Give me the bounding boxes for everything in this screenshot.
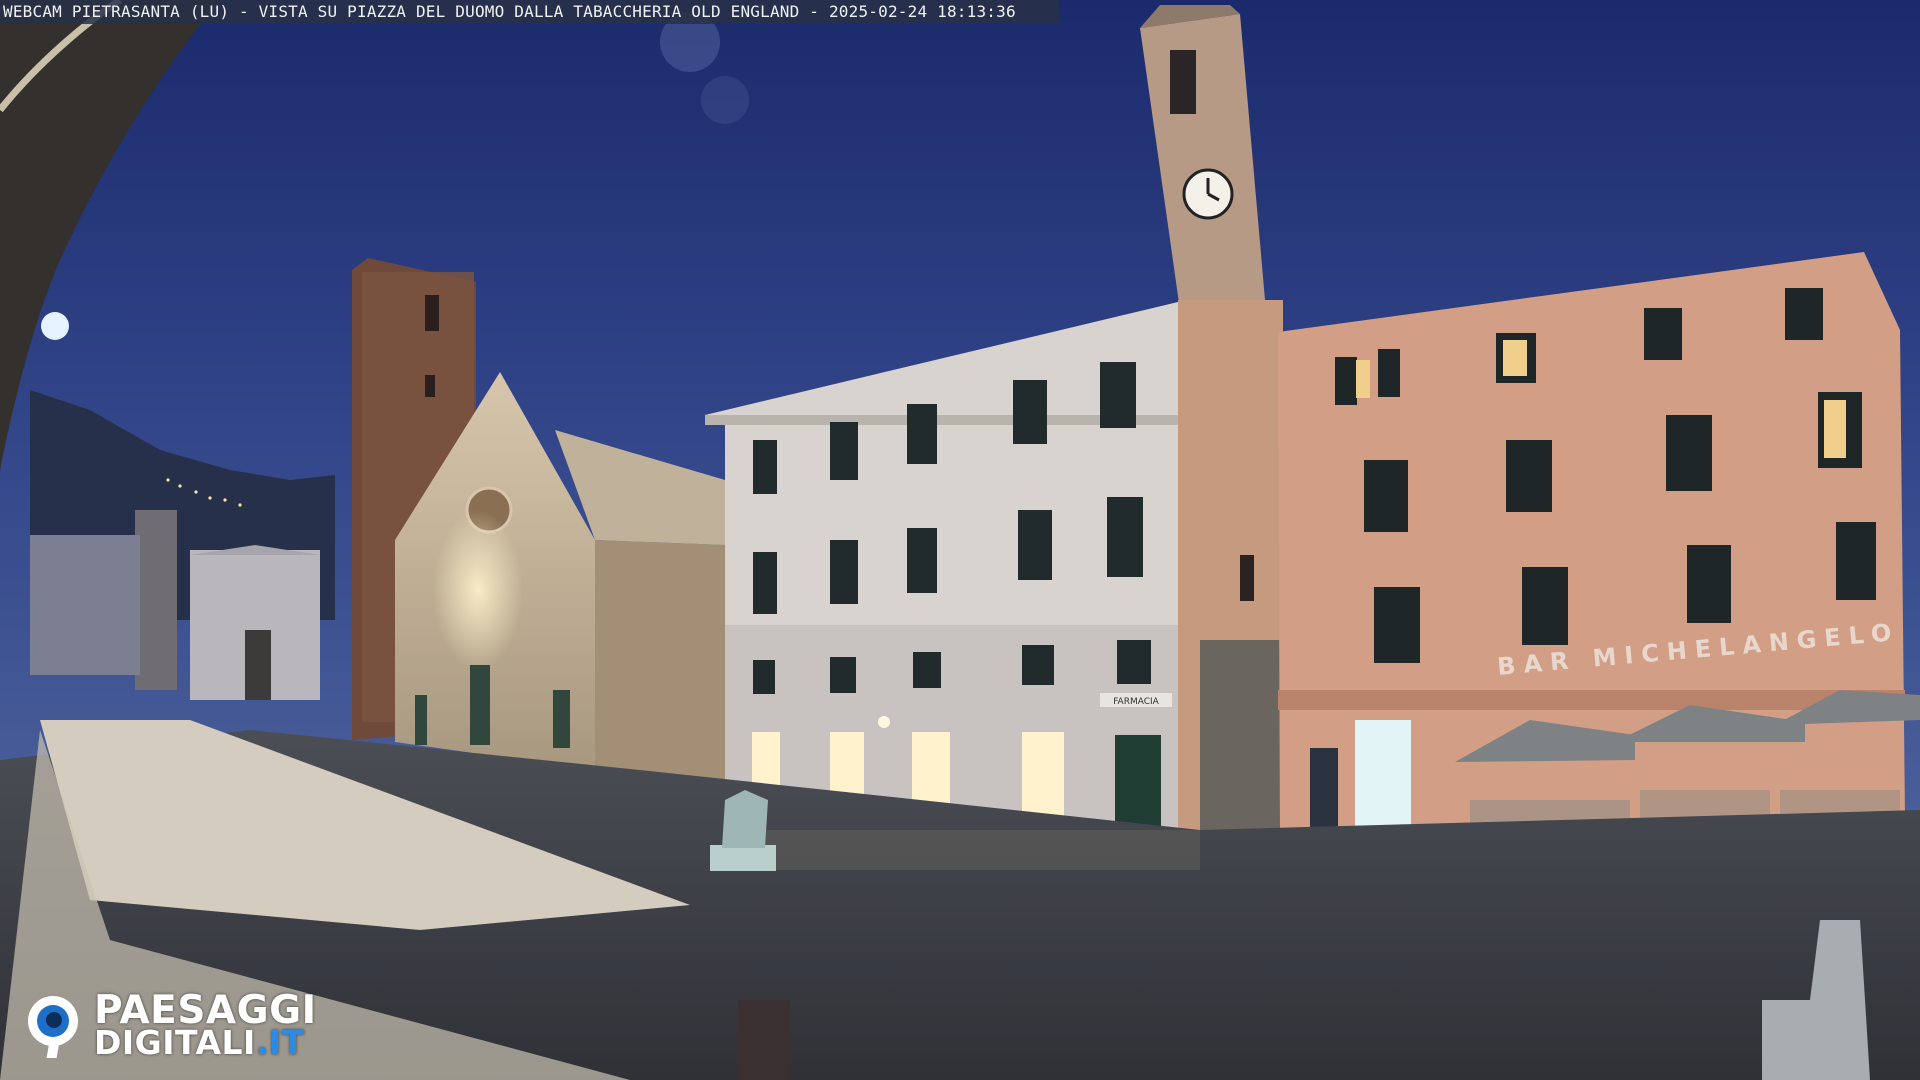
street-lamp — [41, 312, 69, 340]
svg-text:FARMACIA: FARMACIA — [1113, 697, 1159, 707]
foreground-post — [738, 1000, 790, 1080]
logo-tld: .IT — [255, 1023, 305, 1062]
lens-flare — [701, 76, 749, 124]
logo-line2: DIGITALI.IT — [94, 1023, 305, 1062]
webcam-scene: FARMACIA BAR MICHELANGELO — [0, 0, 1920, 1080]
wall-lamp — [878, 716, 890, 728]
webcam-caption: WEBCAM PIETRASANTA (LU) - VISTA SU PIAZZ… — [0, 0, 1059, 24]
paesaggi-digitali-logo: PAESAGGI DIGITALI.IT — [26, 988, 336, 1062]
piazza-light-reflection — [740, 830, 1200, 870]
eye-logo-icon — [28, 996, 78, 1058]
